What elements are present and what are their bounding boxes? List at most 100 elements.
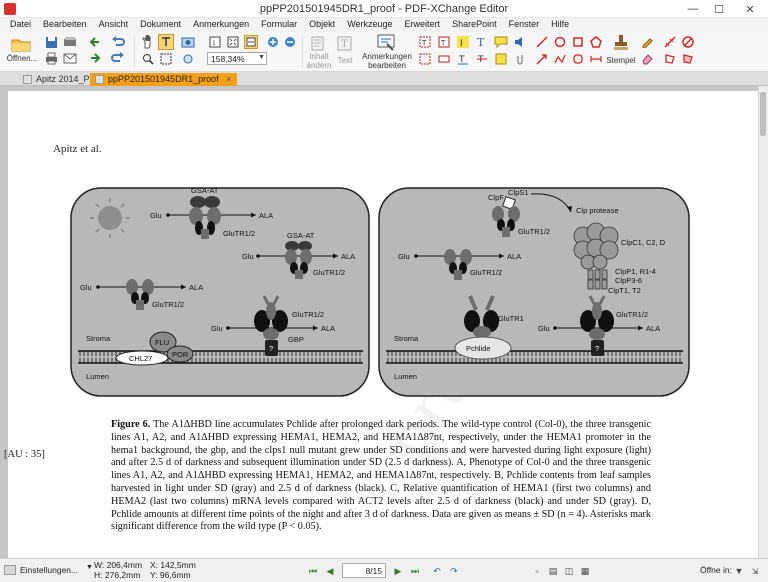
menu-datei[interactable]: Datei: [4, 18, 37, 32]
no-entry-icon[interactable]: [681, 35, 695, 49]
rectangle-tool-icon[interactable]: [571, 35, 585, 49]
zoom-in-icon[interactable]: [266, 35, 280, 49]
cloud-tool-icon[interactable]: [571, 52, 585, 66]
loupe-icon[interactable]: [180, 52, 196, 66]
pencil-icon[interactable]: [640, 35, 654, 49]
flu-label: FLU: [155, 338, 169, 347]
caption-figure-number: Figure 6.: [111, 419, 151, 430]
email-icon[interactable]: [62, 51, 78, 65]
ala-label-6: ALA: [646, 324, 660, 333]
select-text-icon[interactable]: [158, 34, 174, 50]
menu-anmerkungen[interactable]: Anmerkungen: [187, 18, 255, 32]
area-measure-icon[interactable]: [681, 52, 695, 66]
redo-icon[interactable]: [110, 51, 126, 65]
fit-page-icon[interactable]: [226, 35, 240, 49]
menu-formular[interactable]: Formular: [255, 18, 303, 32]
continuous-view-icon[interactable]: ▤: [546, 564, 560, 578]
highlight-text-icon[interactable]: I: [456, 35, 470, 49]
area-select-icon[interactable]: [418, 52, 432, 66]
save-icon[interactable]: [44, 35, 58, 49]
facing-view-icon[interactable]: ◫: [562, 564, 576, 578]
comment-edit-icon[interactable]: [377, 34, 395, 52]
measure-icon[interactable]: [663, 35, 677, 49]
eraser-icon[interactable]: [640, 52, 654, 66]
oval-tool-icon[interactable]: [553, 35, 567, 49]
settings-button[interactable]: Einstellungen...: [20, 565, 78, 575]
chevron-down-icon[interactable]: ▼: [258, 54, 265, 61]
previous-page-icon[interactable]: ◀: [323, 564, 337, 578]
marquee-zoom-icon[interactable]: [158, 52, 174, 66]
sound-icon[interactable]: [513, 35, 527, 49]
facing-continuous-view-icon[interactable]: ▦: [578, 564, 592, 578]
stamp-icon[interactable]: [612, 34, 630, 52]
first-page-icon[interactable]: ⏮: [306, 564, 320, 578]
polygon-tool-icon[interactable]: [589, 35, 603, 49]
menu-bearbeiten[interactable]: Bearbeiten: [37, 18, 93, 32]
add-text-icon[interactable]: T: [336, 35, 354, 51]
scan-icon[interactable]: [62, 35, 78, 49]
settings-icon[interactable]: [4, 565, 16, 575]
zoom-level-input[interactable]: 158,34% ▼: [207, 52, 267, 65]
arrow-tool-icon[interactable]: [535, 52, 549, 66]
resize-grip-icon[interactable]: ⇲: [748, 564, 762, 578]
underline-icon[interactable]: T: [456, 52, 470, 66]
single-page-view-icon[interactable]: ▫: [530, 564, 544, 578]
menu-hilfe[interactable]: Hilfe: [545, 18, 575, 32]
open-folder-icon[interactable]: [10, 35, 32, 53]
menu-sharepoint[interactable]: SharePoint: [446, 18, 503, 32]
menu-erweitert[interactable]: Erweitert: [399, 18, 447, 32]
chevron-down-icon[interactable]: ▼: [732, 564, 746, 578]
distance-tool-icon[interactable]: [589, 52, 603, 66]
tab-proof[interactable]: ppPP201501945DR1_proof ×: [90, 73, 238, 86]
scrollbar-thumb[interactable]: [760, 92, 766, 136]
text-field-icon[interactable]: [437, 52, 451, 66]
actual-size-icon[interactable]: 1: [208, 35, 222, 49]
go-back-icon[interactable]: ↶: [430, 564, 444, 578]
close-tab-icon[interactable]: ×: [226, 74, 231, 84]
last-page-icon[interactable]: ⏭: [408, 564, 422, 578]
vertical-scrollbar[interactable]: [758, 86, 768, 558]
stamp-label[interactable]: Stempel: [604, 56, 638, 65]
author-query-marker[interactable]: [AU : 35]: [4, 449, 45, 460]
snapshot-icon[interactable]: [180, 34, 196, 50]
edit-content-label-1: Inhalt: [309, 52, 329, 61]
attachment-icon[interactable]: [513, 52, 527, 66]
document-workspace[interactable]: proof Apitz et al. GSA-AT Glu ALA: [0, 86, 768, 558]
edit-content-icon[interactable]: [310, 35, 328, 51]
hand-tool-icon[interactable]: [140, 34, 156, 50]
chevron-down-icon[interactable]: ▼: [86, 564, 93, 571]
menu-ansicht[interactable]: Ansicht: [93, 18, 135, 32]
print-icon[interactable]: [44, 51, 58, 65]
next-page-icon[interactable]: ▶: [391, 564, 405, 578]
polyline-tool-icon[interactable]: [553, 52, 567, 66]
go-forward-icon[interactable]: ↷: [447, 564, 461, 578]
strikeout-icon[interactable]: T: [475, 52, 489, 66]
document-icon: [23, 75, 32, 84]
add-text-tool-icon[interactable]: T: [475, 35, 489, 49]
pdf-page[interactable]: proof Apitz et al. GSA-AT Glu ALA: [8, 91, 758, 558]
menu-fenster[interactable]: Fenster: [503, 18, 546, 32]
undo-icon[interactable]: [110, 35, 126, 49]
zoom-out-icon[interactable]: [283, 35, 297, 49]
line-tool-icon[interactable]: [535, 35, 549, 49]
back-arrow-icon[interactable]: [88, 35, 102, 49]
zoom-tool-icon[interactable]: [140, 52, 156, 66]
typewriter-icon[interactable]: T: [437, 35, 451, 49]
close-button[interactable]: ✕: [732, 0, 768, 18]
minimize-button[interactable]: —: [680, 0, 706, 18]
menu-objekt[interactable]: Objekt: [303, 18, 341, 32]
open-label[interactable]: Öffnen...: [4, 54, 40, 63]
edit-comments-label-2[interactable]: bearbeiten: [362, 61, 412, 70]
edit-comments-label-1[interactable]: Anmerkungen: [362, 52, 412, 61]
fit-width-icon[interactable]: [244, 35, 258, 49]
perimeter-icon[interactable]: [663, 52, 677, 66]
text-box-icon[interactable]: T: [418, 35, 432, 49]
menu-werkzeuge[interactable]: Werkzeuge: [341, 18, 398, 32]
glutr-label-6: GluTR1/2: [470, 268, 502, 277]
maximize-button[interactable]: ☐: [706, 0, 732, 18]
page-number-input[interactable]: 8/15: [342, 563, 386, 578]
menu-dokument[interactable]: Dokument: [134, 18, 187, 32]
sticky-note-icon[interactable]: [494, 52, 508, 66]
forward-arrow-icon[interactable]: [88, 51, 102, 65]
callout-icon[interactable]: [494, 35, 508, 49]
